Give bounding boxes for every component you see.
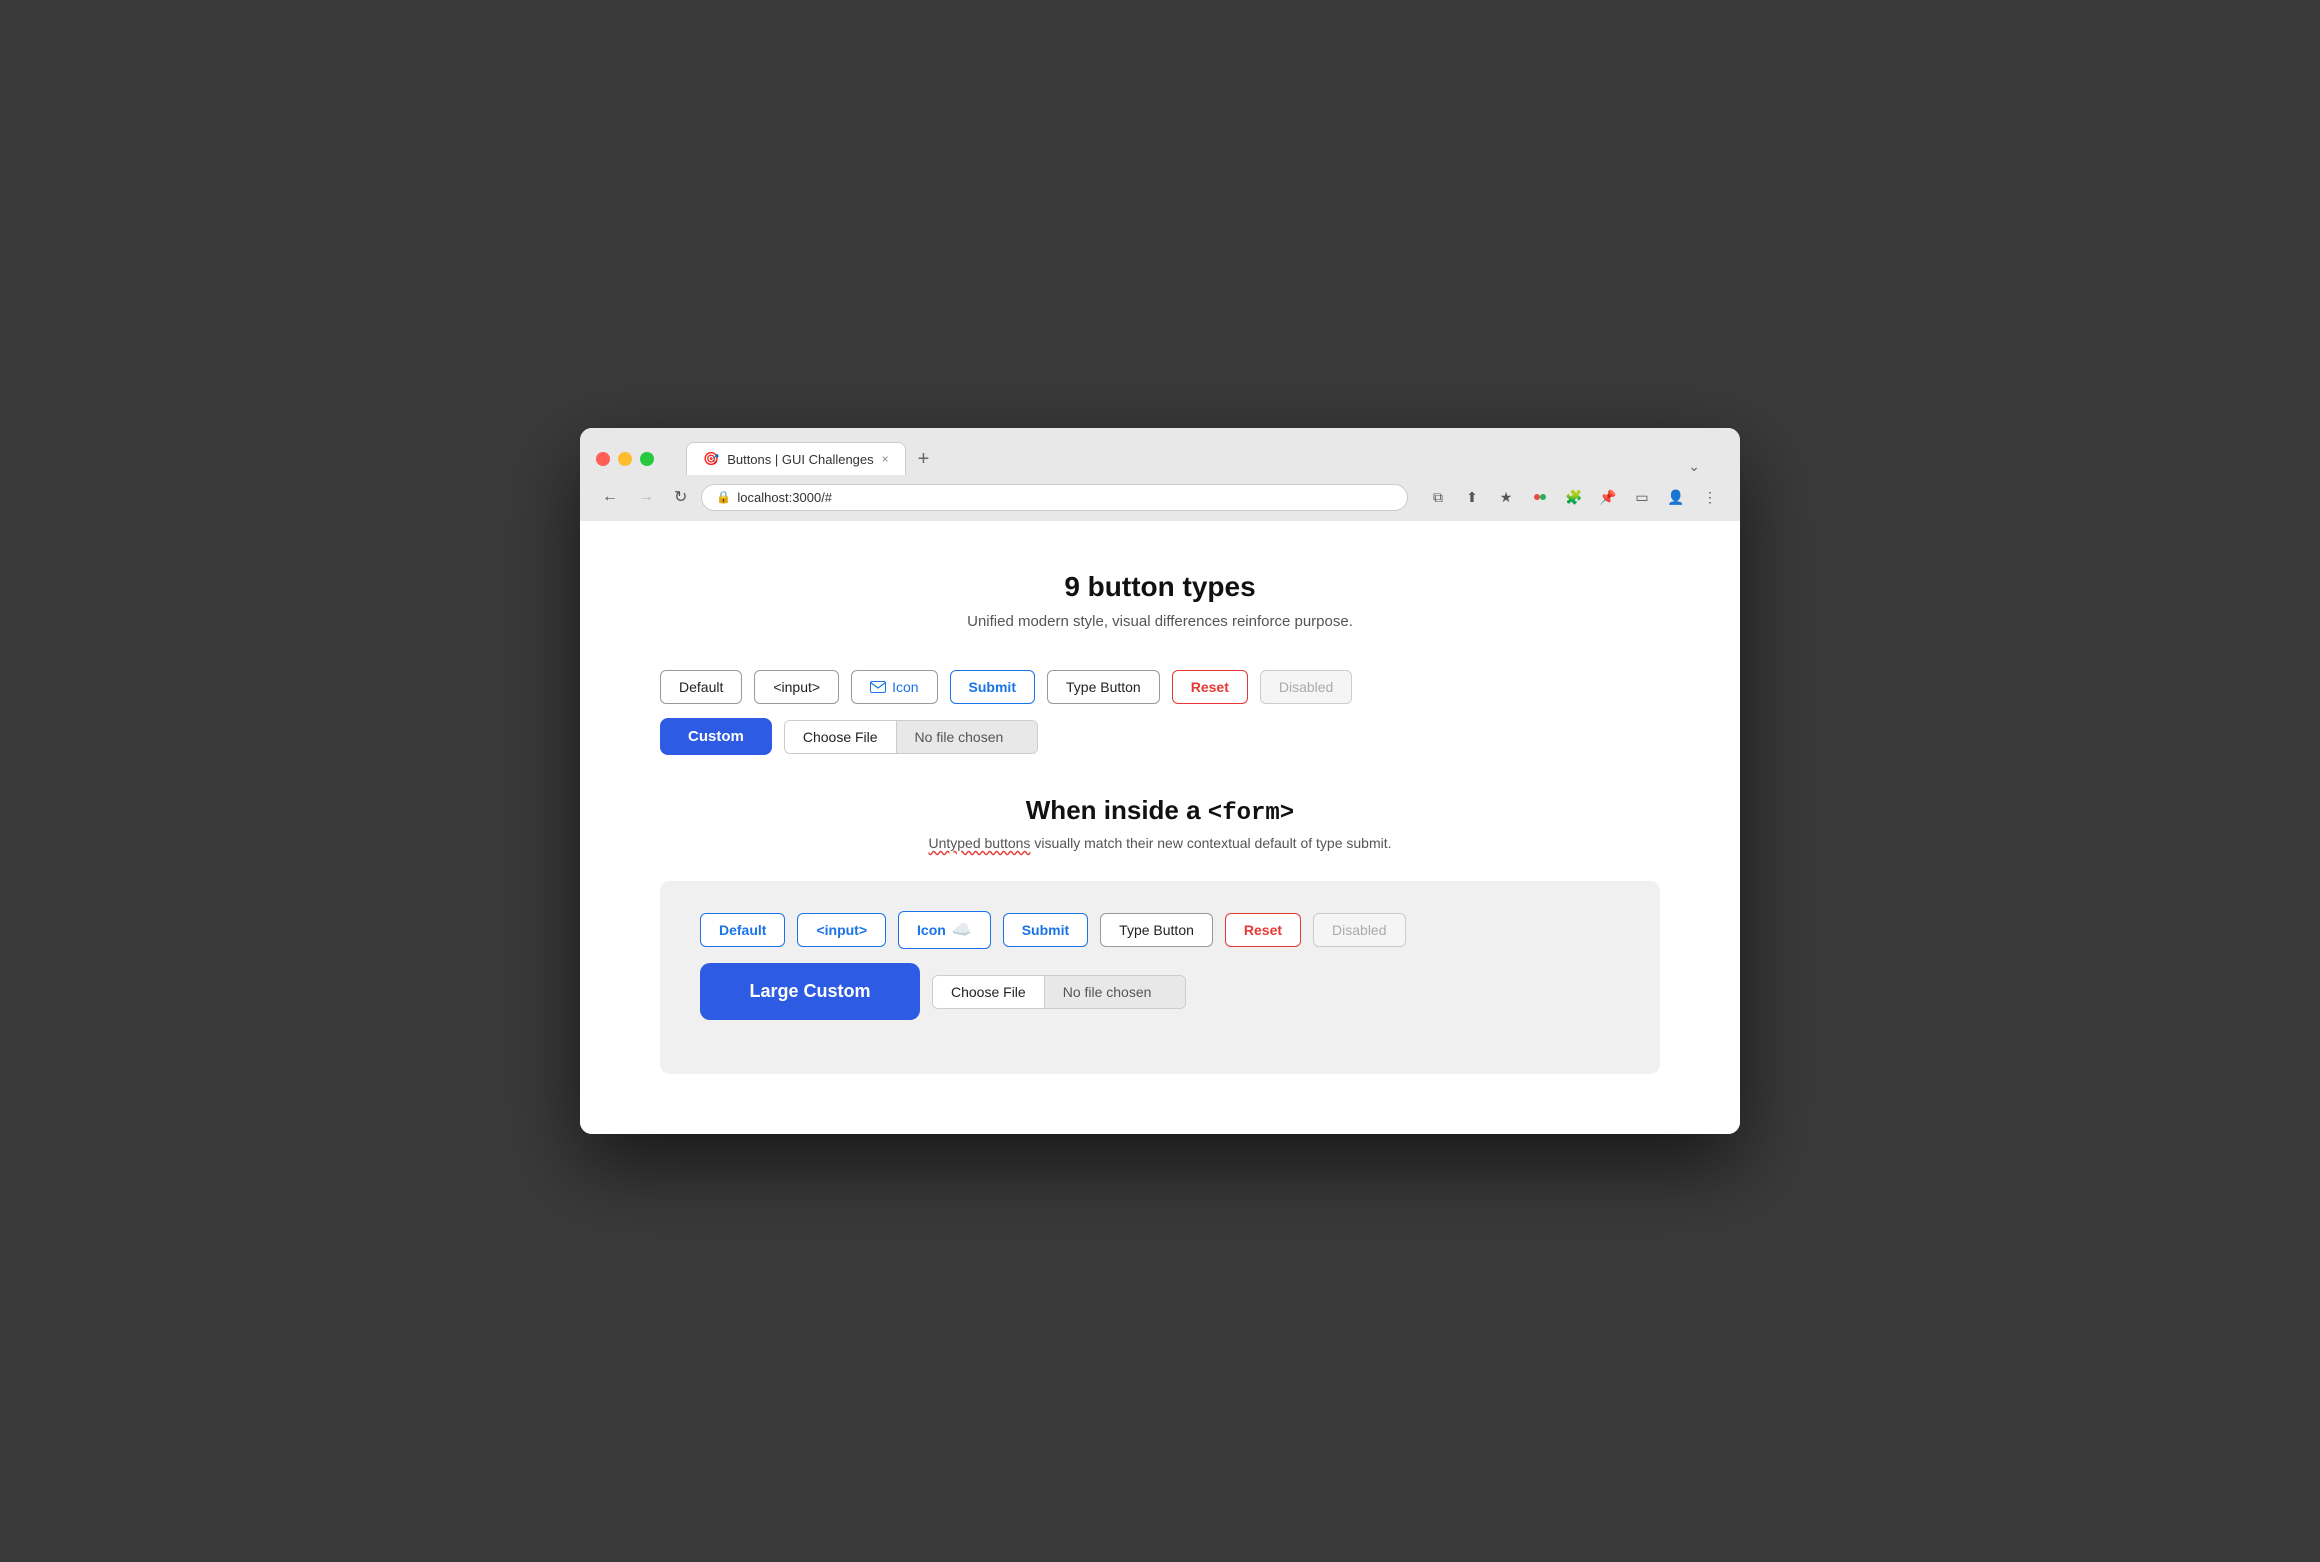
profile-icon[interactable]: 👤 bbox=[1662, 483, 1690, 511]
form-input-button[interactable]: <input> bbox=[797, 913, 886, 947]
traffic-light-yellow[interactable] bbox=[618, 452, 632, 466]
underlined-text: Untyped buttons bbox=[928, 835, 1030, 851]
page-content: 9 button types Unified modern style, vis… bbox=[580, 521, 1740, 1134]
browser-window: 🎯 Buttons | GUI Challenges × + ⌄ ← → ↻ 🔒… bbox=[580, 428, 1740, 1134]
section2-row1: Default <input> Icon ☁️ Submit Type Butt… bbox=[700, 911, 1620, 949]
extensions-icon[interactable]: 🧩 bbox=[1560, 483, 1588, 511]
cloud-icon: ☁️ bbox=[952, 920, 972, 940]
disabled-button: Disabled bbox=[1260, 670, 1352, 704]
tab-title: Buttons | GUI Challenges bbox=[727, 452, 873, 467]
section2-title-wrapper: When inside a <form> bbox=[660, 795, 1660, 827]
subtitle-rest: visually match their new contextual defa… bbox=[1030, 835, 1391, 851]
type-button-button[interactable]: Type Button bbox=[1047, 670, 1160, 704]
tab-favicon: 🎯 bbox=[703, 451, 719, 467]
section1-title: 9 button types bbox=[660, 571, 1660, 603]
default-button[interactable]: Default bbox=[660, 670, 742, 704]
back-button[interactable]: ← bbox=[596, 486, 624, 508]
lock-icon: 🔒 bbox=[716, 490, 731, 504]
tab-close-button[interactable]: × bbox=[882, 452, 889, 466]
address-text: localhost:3000/# bbox=[737, 490, 832, 505]
edit-icon[interactable] bbox=[1526, 483, 1554, 511]
address-input[interactable]: 🔒 localhost:3000/# bbox=[701, 484, 1408, 511]
input-button[interactable]: <input> bbox=[754, 670, 839, 704]
reset-button[interactable]: Reset bbox=[1172, 670, 1248, 704]
no-file-chosen-label: No file chosen bbox=[897, 721, 1037, 753]
form-file-input-wrapper[interactable]: Choose File No file chosen bbox=[932, 975, 1186, 1009]
icon-button-label: Icon bbox=[892, 679, 918, 695]
icon-button[interactable]: Icon bbox=[851, 670, 937, 704]
form-choose-file-button[interactable]: Choose File bbox=[933, 976, 1045, 1008]
form-reset-button[interactable]: Reset bbox=[1225, 913, 1301, 947]
traffic-light-red[interactable] bbox=[596, 452, 610, 466]
form-default-button[interactable]: Default bbox=[700, 913, 785, 947]
traffic-light-green[interactable] bbox=[640, 452, 654, 466]
tab-bar: 🎯 Buttons | GUI Challenges × + ⌄ bbox=[670, 442, 1724, 475]
share-icon[interactable]: ⬆ bbox=[1458, 483, 1486, 511]
address-bar: ← → ↻ 🔒 localhost:3000/# ⧉ ⬆ ★ 🧩 📌 bbox=[580, 475, 1740, 521]
new-tab-button[interactable]: + bbox=[906, 448, 942, 475]
section1-row2: Custom Choose File No file chosen bbox=[660, 718, 1660, 755]
section2-title: When inside a <form> bbox=[1026, 795, 1294, 825]
toolbar-icons: ⧉ ⬆ ★ 🧩 📌 ▭ 👤 ⋮ bbox=[1424, 483, 1724, 511]
large-custom-button[interactable]: Large Custom bbox=[700, 963, 920, 1020]
choose-file-button[interactable]: Choose File bbox=[785, 721, 897, 753]
tab-chevron-icon[interactable]: ⌄ bbox=[1688, 458, 1708, 475]
custom-button[interactable]: Custom bbox=[660, 718, 772, 755]
form-submit-button[interactable]: Submit bbox=[1003, 913, 1088, 947]
submit-button[interactable]: Submit bbox=[950, 670, 1035, 704]
browser-tab[interactable]: 🎯 Buttons | GUI Challenges × bbox=[686, 442, 906, 475]
section1-subtitle: Unified modern style, visual differences… bbox=[660, 613, 1660, 630]
traffic-lights bbox=[596, 452, 654, 466]
forward-button[interactable]: → bbox=[632, 486, 660, 508]
form-section: Default <input> Icon ☁️ Submit Type Butt… bbox=[660, 881, 1660, 1074]
form-disabled-button: Disabled bbox=[1313, 913, 1405, 947]
bookmark-icon[interactable]: ★ bbox=[1492, 483, 1520, 511]
external-link-icon[interactable]: ⧉ bbox=[1424, 483, 1452, 511]
form-type-button-button[interactable]: Type Button bbox=[1100, 913, 1213, 947]
form-icon-button[interactable]: Icon ☁️ bbox=[898, 911, 991, 949]
section1-row1: Default <input> Icon Submit Type Button … bbox=[660, 670, 1660, 704]
menu-icon[interactable]: ⋮ bbox=[1696, 483, 1724, 511]
reload-button[interactable]: ↻ bbox=[668, 485, 693, 509]
title-bar: 🎯 Buttons | GUI Challenges × + ⌄ bbox=[580, 428, 1740, 475]
split-view-icon[interactable]: ▭ bbox=[1628, 483, 1656, 511]
section2-title-prefix: When inside a bbox=[1026, 795, 1208, 825]
pin-icon[interactable]: 📌 bbox=[1594, 483, 1622, 511]
browser-chrome: 🎯 Buttons | GUI Challenges × + ⌄ ← → ↻ 🔒… bbox=[580, 428, 1740, 521]
form-icon-button-label: Icon bbox=[917, 922, 946, 938]
section2-subtitle: Untyped buttons visually match their new… bbox=[660, 835, 1660, 851]
envelope-icon bbox=[870, 681, 886, 693]
form-no-file-chosen-label: No file chosen bbox=[1045, 976, 1185, 1008]
section2-row2: Large Custom Choose File No file chosen bbox=[700, 963, 1620, 1020]
section2-title-code: <form> bbox=[1208, 800, 1294, 827]
file-input-wrapper[interactable]: Choose File No file chosen bbox=[784, 720, 1038, 754]
